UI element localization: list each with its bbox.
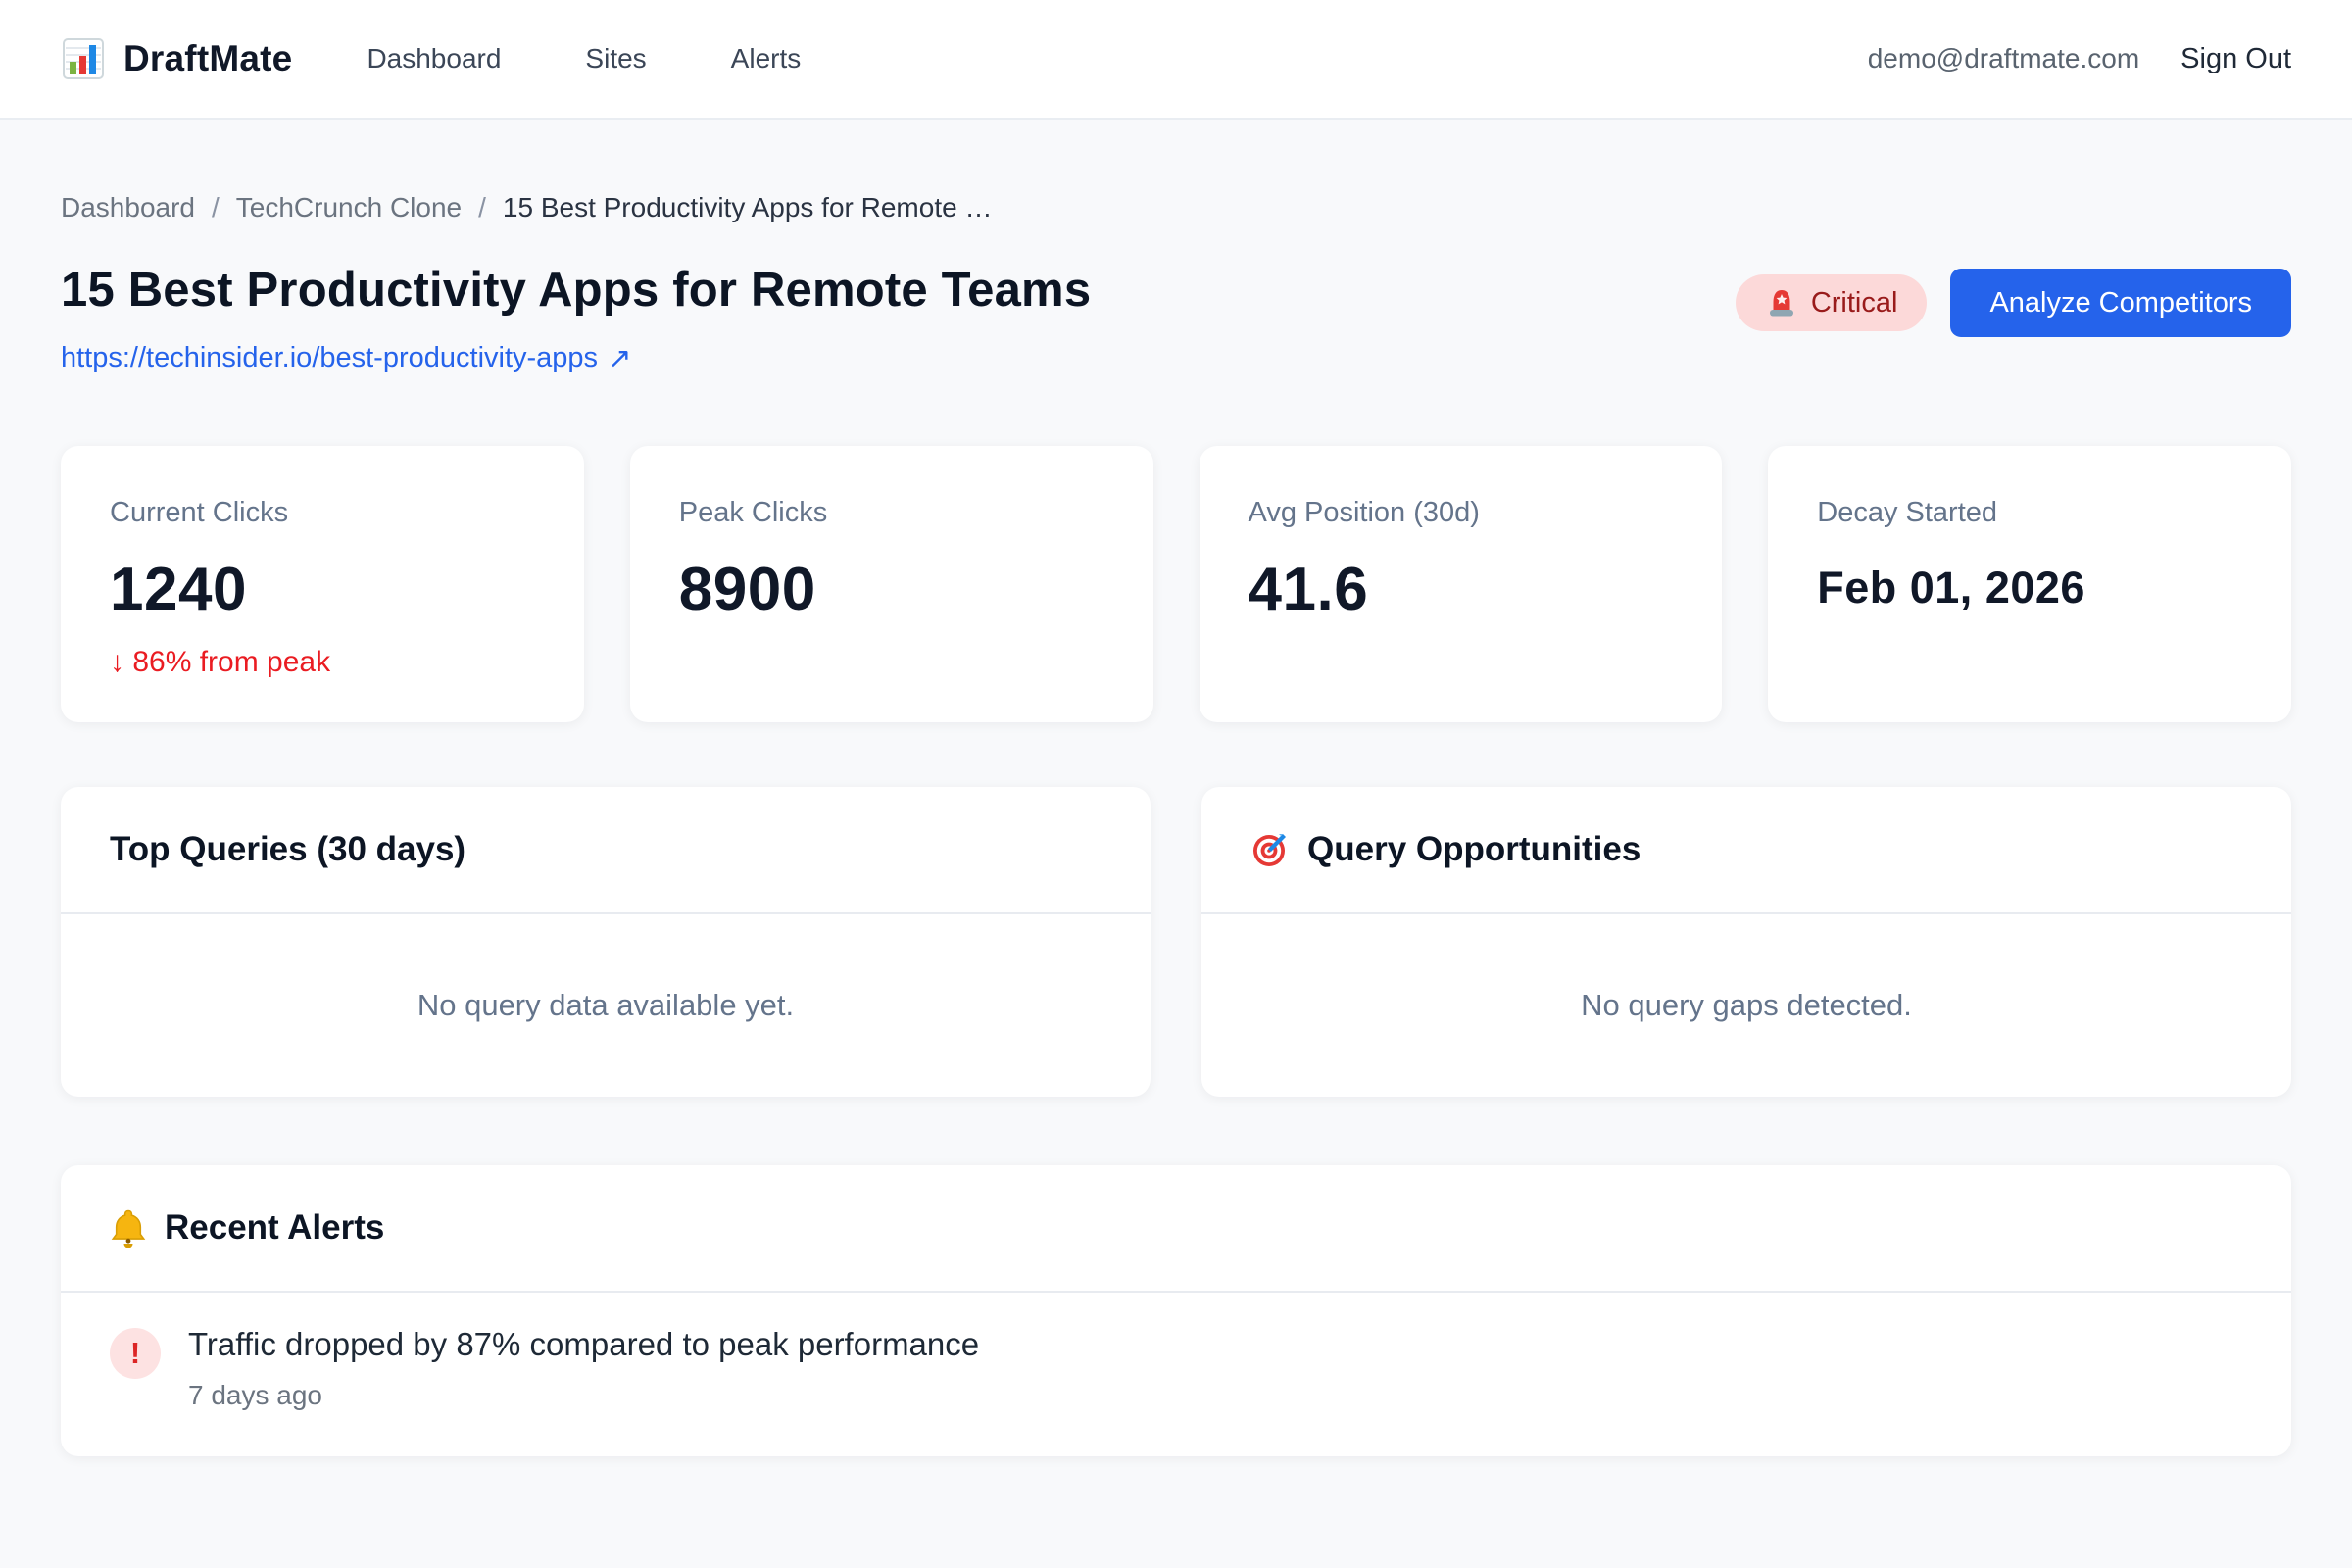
page-header: 15 Best Productivity Apps for Remote Tea… bbox=[61, 263, 2291, 375]
query-opportunities-header: Query Opportunities bbox=[1201, 787, 2291, 914]
top-queries-empty-message: No query data available yet. bbox=[417, 988, 794, 1023]
stat-card-peak-clicks: Peak Clicks 8900 bbox=[630, 446, 1153, 722]
bar-chart-logo-icon bbox=[61, 36, 106, 81]
stats-grid: Current Clicks 1240 ↓ 86% from peak Peak… bbox=[61, 446, 2291, 722]
sign-out-button[interactable]: Sign Out bbox=[2180, 43, 2291, 75]
stat-value: 8900 bbox=[679, 555, 1104, 624]
breadcrumb-separator: / bbox=[212, 192, 220, 223]
stat-label: Avg Position (30d) bbox=[1249, 497, 1674, 529]
page-url-text: https://techinsider.io/best-productivity… bbox=[61, 342, 598, 374]
alert-list-item: ! Traffic dropped by 87% compared to pea… bbox=[61, 1293, 2291, 1456]
breadcrumb-separator: / bbox=[478, 192, 486, 223]
page-header-left: 15 Best Productivity Apps for Remote Tea… bbox=[61, 263, 1091, 375]
stat-value: 1240 bbox=[110, 555, 535, 624]
nav-item-alerts[interactable]: Alerts bbox=[731, 43, 802, 74]
status-badge-label: Critical bbox=[1811, 287, 1898, 319]
top-queries-header: Top Queries (30 days) bbox=[61, 787, 1151, 914]
page-url-link[interactable]: https://techinsider.io/best-productivity… bbox=[61, 341, 631, 375]
query-opportunities-body: No query gaps detected. bbox=[1201, 914, 2291, 1097]
stat-delta: ↓ 86% from peak bbox=[110, 646, 535, 679]
user-email: demo@draftmate.com bbox=[1868, 43, 2139, 74]
stat-card-decay-started: Decay Started Feb 01, 2026 bbox=[1768, 446, 2291, 722]
breadcrumb-site[interactable]: TechCrunch Clone bbox=[236, 192, 462, 223]
recent-alerts-header: Recent Alerts bbox=[61, 1165, 2291, 1293]
page-title: 15 Best Productivity Apps for Remote Tea… bbox=[61, 263, 1091, 318]
alert-timestamp: 7 days ago bbox=[188, 1380, 979, 1411]
query-opportunities-panel: Query Opportunities No query gaps detect… bbox=[1201, 787, 2291, 1097]
recent-alerts-panel: Recent Alerts ! Traffic dropped by 87% c… bbox=[61, 1165, 2291, 1456]
stat-label: Peak Clicks bbox=[679, 497, 1104, 529]
alert-message: Traffic dropped by 87% compared to peak … bbox=[188, 1326, 979, 1363]
main-nav: Dashboard Sites Alerts bbox=[367, 43, 801, 74]
top-queries-body: No query data available yet. bbox=[61, 914, 1151, 1097]
topbar-right: demo@draftmate.com Sign Out bbox=[1868, 43, 2291, 75]
external-link-arrow-icon: ↗ bbox=[608, 341, 631, 375]
alert-exclamation-icon: ! bbox=[110, 1328, 161, 1379]
panels-row: Top Queries (30 days) No query data avai… bbox=[61, 787, 2291, 1097]
query-opportunities-empty-message: No query gaps detected. bbox=[1581, 988, 1912, 1023]
stat-label: Decay Started bbox=[1817, 497, 2242, 529]
stat-value: 41.6 bbox=[1249, 555, 1674, 624]
brand-name: DraftMate bbox=[123, 38, 292, 79]
query-opportunities-title: Query Opportunities bbox=[1307, 830, 1641, 869]
stat-card-avg-position: Avg Position (30d) 41.6 bbox=[1200, 446, 1723, 722]
breadcrumb-current-page: 15 Best Productivity Apps for Remote … bbox=[503, 192, 993, 223]
status-badge: Critical bbox=[1736, 274, 1928, 331]
stat-label: Current Clicks bbox=[110, 497, 535, 529]
nav-item-dashboard[interactable]: Dashboard bbox=[367, 43, 501, 74]
siren-icon bbox=[1765, 286, 1798, 319]
brand[interactable]: DraftMate bbox=[61, 36, 292, 81]
target-icon bbox=[1250, 830, 1290, 869]
analyze-competitors-button[interactable]: Analyze Competitors bbox=[1950, 269, 2291, 337]
bell-icon bbox=[110, 1208, 147, 1248]
stat-value: Feb 01, 2026 bbox=[1817, 563, 2242, 613]
page-header-actions: Critical Analyze Competitors bbox=[1736, 263, 2291, 337]
top-queries-title: Top Queries (30 days) bbox=[110, 830, 466, 869]
stat-card-current-clicks: Current Clicks 1240 ↓ 86% from peak bbox=[61, 446, 584, 722]
recent-alerts-title: Recent Alerts bbox=[165, 1208, 384, 1248]
nav-item-sites[interactable]: Sites bbox=[585, 43, 646, 74]
alert-content: Traffic dropped by 87% compared to peak … bbox=[188, 1326, 979, 1411]
top-queries-panel: Top Queries (30 days) No query data avai… bbox=[61, 787, 1151, 1097]
breadcrumb-dashboard[interactable]: Dashboard bbox=[61, 192, 195, 223]
breadcrumb: Dashboard / TechCrunch Clone / 15 Best P… bbox=[61, 192, 2291, 223]
top-navigation-bar: DraftMate Dashboard Sites Alerts demo@dr… bbox=[0, 0, 2352, 120]
